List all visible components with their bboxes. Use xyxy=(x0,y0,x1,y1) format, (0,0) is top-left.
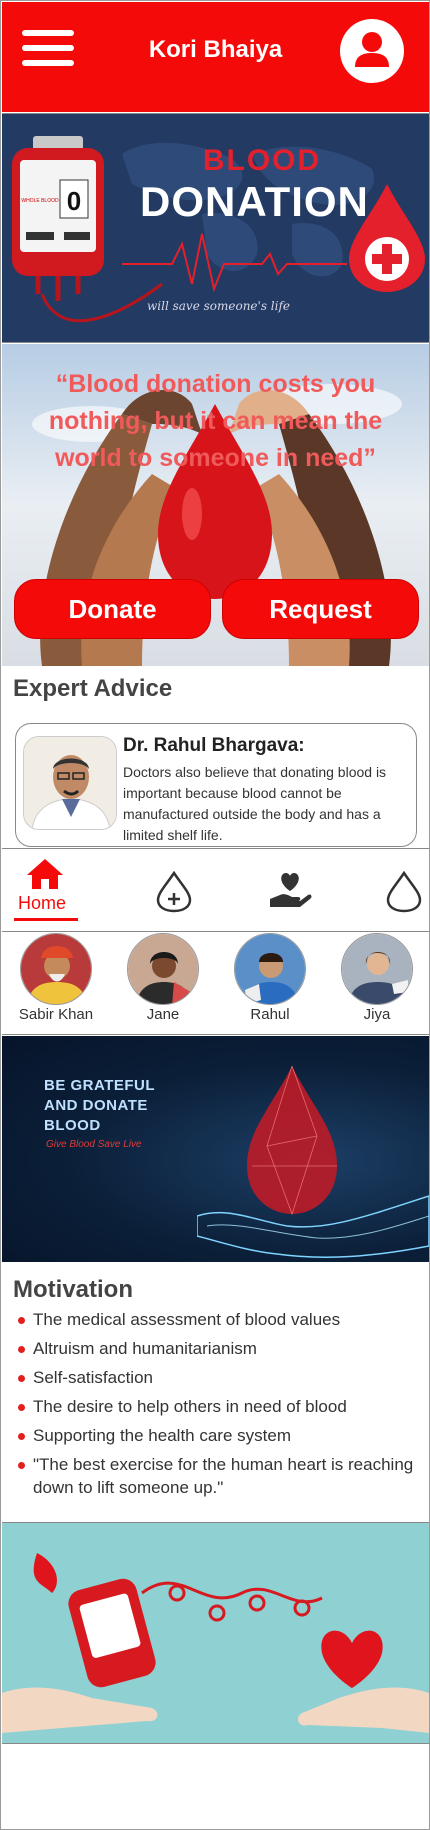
banner-tagline: will save someone's life xyxy=(147,299,291,313)
doctor-avatar xyxy=(23,736,117,830)
list-item: The desire to help others in need of blo… xyxy=(15,1395,415,1418)
quote-text: “Blood donation costs you nothing, but i… xyxy=(48,370,383,472)
be-grateful-line3: BLOOD xyxy=(44,1117,101,1134)
motivation-list: The medical assessment of blood values A… xyxy=(15,1308,415,1505)
be-grateful-banner: BE GRATEFUL AND DONATE BLOOD Give Blood … xyxy=(2,1036,429,1262)
home-icon xyxy=(27,859,63,889)
list-item-text: Altruism and humanitarianism xyxy=(33,1339,257,1358)
nav-active-indicator xyxy=(14,918,78,921)
story-avatar xyxy=(20,933,92,1005)
story-avatar xyxy=(234,933,306,1005)
banner-blood-text: BLOOD xyxy=(202,144,322,177)
nav-blood[interactable] xyxy=(384,849,428,933)
request-button[interactable]: Request xyxy=(222,579,419,639)
story-name: Jiya xyxy=(363,1006,391,1023)
motivation-title: Motivation xyxy=(13,1276,133,1303)
bullet-icon xyxy=(18,1346,25,1353)
story-avatar xyxy=(341,933,413,1005)
expert-advice-card[interactable]: Dr. Rahul Bhargava: Doctors also believe… xyxy=(15,723,417,847)
banner-donation-text: DONATION xyxy=(140,178,369,225)
glowing-hand-drop-illustration xyxy=(197,1065,429,1259)
blood-bag-heart-illustration xyxy=(2,1553,429,1733)
nav-donate[interactable] xyxy=(152,849,196,933)
bullet-icon xyxy=(18,1433,25,1440)
list-item: Supporting the health care system xyxy=(15,1424,415,1447)
list-item: Altruism and humanitarianism xyxy=(15,1337,415,1360)
blood-bag-count: 0 xyxy=(67,186,81,216)
app-frame: Kori Bhaiya 0 WHOLE BLOOD BLOOD DONATION… xyxy=(0,0,430,1830)
story-avatar xyxy=(127,933,199,1005)
give-blood-text: Give Blood Save Live xyxy=(46,1139,142,1150)
bullet-icon xyxy=(18,1375,25,1382)
blood-donation-banner: 0 WHOLE BLOOD BLOOD DONATION will save s… xyxy=(2,113,429,343)
nav-care[interactable] xyxy=(264,849,314,933)
bullet-icon xyxy=(18,1317,25,1324)
donor-stories-row: Sabir Khan Jane Rahul Jiya xyxy=(2,933,429,1035)
story-name: Jane xyxy=(146,1006,180,1023)
be-grateful-line2: AND DONATE xyxy=(44,1097,148,1114)
list-item-text: Self-satisfaction xyxy=(33,1368,153,1387)
expert-advice-title: Expert Advice xyxy=(13,675,173,702)
blood-bag-label: WHOLE BLOOD xyxy=(21,198,59,204)
list-item-text: The medical assessment of blood values xyxy=(33,1310,341,1329)
blood-drop-icon xyxy=(386,871,422,913)
bottom-nav: Home xyxy=(2,848,429,932)
list-item-text: "The best exercise for the human heart i… xyxy=(33,1455,414,1497)
nav-home-label: Home xyxy=(18,893,67,913)
app-header: Kori Bhaiya xyxy=(2,2,429,112)
story-name: Rahul xyxy=(250,1006,290,1023)
list-item: "The best exercise for the human heart i… xyxy=(15,1453,415,1499)
blood-drop-plus-icon xyxy=(156,871,192,913)
expert-text: Doctors also believe that donating blood… xyxy=(123,764,387,843)
donate-button[interactable]: Donate xyxy=(14,579,211,639)
bullet-icon xyxy=(18,1462,25,1469)
blood-drop-cross-icon xyxy=(349,184,425,292)
list-item: The medical assessment of blood values xyxy=(15,1308,415,1331)
list-item-text: Supporting the health care system xyxy=(33,1426,291,1445)
user-profile-icon[interactable] xyxy=(340,19,404,83)
list-item: Self-satisfaction xyxy=(15,1366,415,1389)
heart-hand-icon xyxy=(270,873,312,907)
blood-bag-icon: 0 WHOLE BLOOD xyxy=(12,136,104,301)
quote-section: “Blood donation costs you nothing, but i… xyxy=(2,344,429,666)
bullet-icon xyxy=(18,1404,25,1411)
nav-home[interactable]: Home xyxy=(14,849,78,933)
story-name: Sabir Khan xyxy=(18,1006,94,1023)
be-grateful-text: BE GRATEFUL AND DONATE BLOOD xyxy=(44,1076,155,1136)
hands-blood-bag-heart-banner xyxy=(2,1522,429,1744)
be-grateful-line1: BE GRATEFUL xyxy=(44,1077,156,1094)
expert-name: Dr. Rahul Bhargava: xyxy=(123,735,305,756)
list-item-text: The desire to help others in need of blo… xyxy=(33,1397,347,1416)
